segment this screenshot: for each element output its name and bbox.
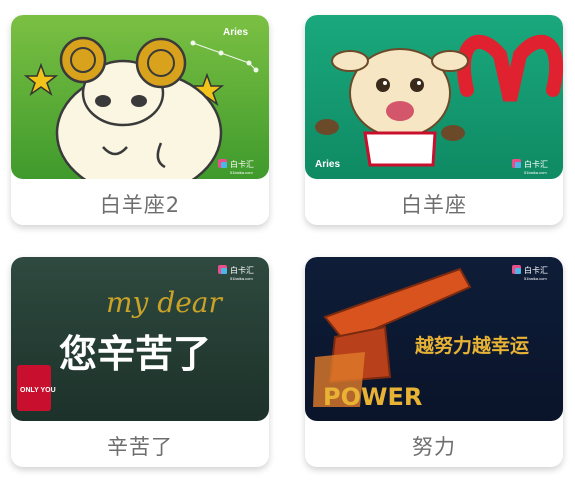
svg-text:51baika.com: 51baika.com [524,170,547,175]
card-image-aries-2[interactable]: Aries 白卡汇 51baika.com [11,15,269,179]
svg-text:白卡汇: 白卡汇 [230,159,254,169]
card-caption: 努力 [412,435,456,459]
card-image-thank-you[interactable]: my dear 您辛苦了 ONLY YOU 白卡汇 51baika.com [11,257,269,421]
card-aries[interactable]: Aries 白卡汇 51baika.com 白羊座 [305,15,563,225]
svg-text:51baika.com: 51baika.com [524,276,547,281]
card-aries-2[interactable]: Aries 白卡汇 51baika.com 白羊座2 [11,15,269,225]
slogan-heading: 越努力越幸运 [414,334,529,357]
power-word: POWER [323,383,422,411]
card-hard-work[interactable]: POWER 越努力越幸运 白卡汇 51baika.com 努力 [305,257,563,467]
only-you-badge: ONLY YOU [17,365,56,411]
svg-text:白卡汇: 白卡汇 [524,265,548,275]
svg-text:白卡汇: 白卡汇 [524,159,548,169]
aries-label: Aries [223,27,248,38]
aries-2-illustration: Aries 白卡汇 51baika.com [11,15,269,179]
hard-work-illustration: POWER 越努力越幸运 白卡汇 51baika.com [305,257,563,421]
thank-you-illustration: my dear 您辛苦了 ONLY YOU 白卡汇 51baika.com [11,257,269,421]
card-image-aries[interactable]: Aries 白卡汇 51baika.com [305,15,563,179]
calligraphy-heading: 您辛苦了 [59,332,211,376]
aries-illustration: Aries 白卡汇 51baika.com [305,15,563,179]
card-image-hard-work[interactable]: POWER 越努力越幸运 白卡汇 51baika.com [305,257,563,421]
card-thank-you[interactable]: my dear 您辛苦了 ONLY YOU 白卡汇 51baika.com 辛苦… [11,257,269,467]
svg-text:ONLY YOU: ONLY YOU [20,387,56,394]
svg-text:白卡汇: 白卡汇 [230,265,254,275]
card-caption: 白羊座2 [99,193,181,217]
card-caption: 辛苦了 [107,435,173,459]
card-caption: 白羊座 [401,193,467,217]
svg-text:51baika.com: 51baika.com [230,170,253,175]
aries-label: Aries [315,159,340,170]
svg-text:51baika.com: 51baika.com [230,276,253,281]
script-heading: my dear [106,286,223,319]
